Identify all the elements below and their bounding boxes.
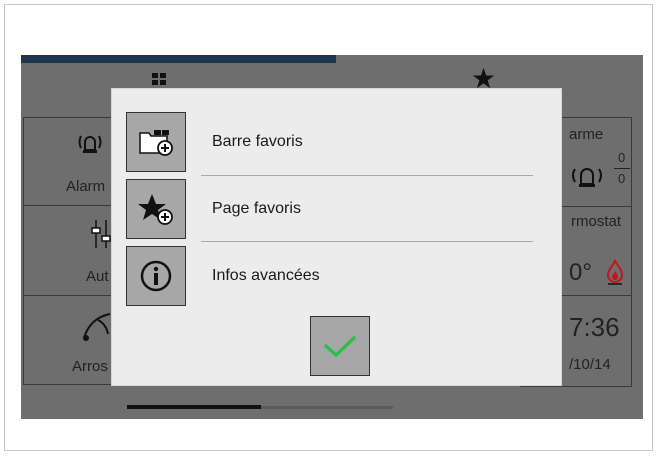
menu-item-page-favoris[interactable]: Page favoris <box>126 179 546 241</box>
confirm-button[interactable] <box>310 316 370 376</box>
menu-divider <box>201 241 533 242</box>
menu-item-infos-avancees[interactable]: Infos avancées <box>126 246 546 308</box>
alarm-count-divider <box>614 168 630 169</box>
watering-tile[interactable]: Arros <box>23 295 113 385</box>
watering-icon <box>83 313 111 341</box>
alarm-siren-icon <box>78 135 102 153</box>
thermostat-title: rmostat <box>571 213 622 230</box>
window-frame: ★ Alarm Aut Arros arme 0 0 rmostat 0° 7:… <box>4 4 653 451</box>
add-to-favorites-page-button[interactable] <box>126 179 186 239</box>
flame-icon <box>606 259 624 285</box>
checkmark-icon <box>324 336 356 357</box>
grid-icon[interactable] <box>152 73 166 85</box>
menu-item-barre-favoris[interactable]: Barre favoris <box>126 112 546 174</box>
clock-time: 7:36 <box>569 312 620 342</box>
alarm-tile[interactable]: Alarm <box>23 117 113 206</box>
advanced-info-button[interactable] <box>126 246 186 306</box>
alarm-siren-icon <box>572 168 602 187</box>
info-icon <box>140 260 172 292</box>
clock-date: /10/14 <box>569 356 611 373</box>
sliders-icon <box>91 220 111 248</box>
menu-item-label: Infos avancées <box>212 267 320 284</box>
options-modal: Barre favoris Page favoris Infos avancée… <box>112 89 561 385</box>
alarm-tile-label: Alarm <box>66 178 106 195</box>
automation-tile[interactable]: Aut <box>23 205 113 296</box>
alarm-status-title: arme <box>569 126 604 143</box>
page-scrollbar-thumb[interactable] <box>127 405 261 409</box>
automation-tile-label: Aut <box>86 268 109 285</box>
menu-item-label: Page favoris <box>212 200 301 217</box>
top-accent-bar <box>21 55 336 63</box>
alarm-count-bottom: 0 <box>618 171 626 186</box>
thermostat-value: 0° <box>569 259 592 286</box>
add-to-favorites-bar-button[interactable] <box>126 112 186 172</box>
star-add-icon <box>138 194 173 225</box>
alarm-count-top: 0 <box>618 150 626 165</box>
watering-tile-label: Arros <box>72 358 108 375</box>
menu-divider <box>201 175 533 176</box>
folder-add-icon <box>139 130 173 156</box>
menu-item-label: Barre favoris <box>212 133 303 150</box>
